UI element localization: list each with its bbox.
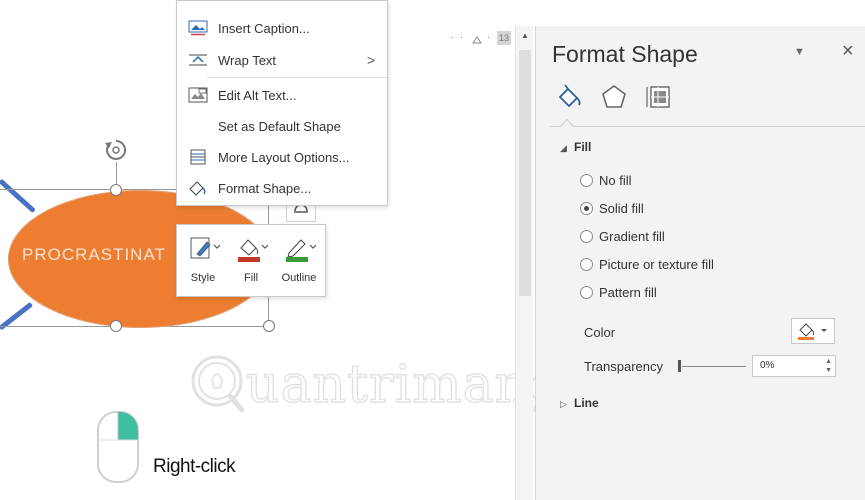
watermark: uantrimang — [188, 350, 563, 420]
context-menu: Insert Caption... Wrap Text > Edit Alt T… — [176, 0, 388, 206]
menu-item-edit-alt-text[interactable]: Edit Alt Text... — [177, 81, 387, 109]
right-click-label: Right-click — [153, 456, 236, 477]
scroll-thumb[interactable] — [519, 50, 531, 296]
radio-button[interactable] — [580, 229, 593, 243]
radio-solid-fill[interactable]: Solid fill — [580, 198, 644, 218]
radio-label: Pattern fill — [599, 284, 657, 300]
rotate-handle-icon[interactable] — [103, 137, 129, 163]
menu-item-wrap-text[interactable]: Wrap Text > — [177, 46, 387, 74]
radio-label: No fill — [599, 172, 632, 188]
menu-item-label: Edit Alt Text... — [218, 87, 297, 103]
fill-label: Fill — [243, 272, 259, 284]
radio-pattern-fill[interactable]: Pattern fill — [580, 282, 657, 302]
close-icon[interactable]: × — [842, 40, 854, 63]
transparency-label: Transparency — [584, 359, 663, 374]
menu-separator — [207, 77, 387, 78]
menu-item-insert-caption[interactable]: Insert Caption... — [177, 14, 387, 42]
menu-item-label: Format Shape... — [218, 180, 312, 196]
menu-item-format-shape[interactable]: Format Shape... — [177, 174, 387, 202]
transparency-spinbox[interactable]: 0% ▲ ▼ — [752, 355, 836, 377]
pane-options-dropdown-icon[interactable]: ▼ — [794, 46, 805, 58]
pane-divider — [550, 126, 865, 127]
watermark-logo-icon — [191, 355, 245, 413]
menu-item-label: Insert Caption... — [218, 20, 310, 36]
resize-handle-bottom-right[interactable] — [263, 320, 275, 332]
radio-no-fill[interactable]: No fill — [580, 170, 632, 190]
outline-label: Outline — [281, 272, 317, 284]
fill-color-picker-button[interactable] — [791, 318, 835, 344]
shape-fill-button[interactable]: Fill — [229, 231, 273, 293]
mouse-right-click-icon — [97, 411, 139, 483]
radio-button[interactable] — [580, 285, 593, 299]
alt-text-icon — [187, 86, 209, 104]
expand-triangle-icon: ▷ — [560, 399, 567, 409]
effects-tab-icon[interactable] — [598, 81, 630, 113]
ruler: · · · 13 — [446, 31, 513, 47]
shape-outline-button[interactable]: Outline — [277, 231, 321, 293]
radio-picture-texture-fill[interactable]: Picture or texture fill — [580, 254, 714, 274]
radio-gradient-fill[interactable]: Gradient fill — [580, 226, 665, 246]
active-tab-indicator — [559, 118, 575, 134]
ruler-tick: · — [487, 32, 490, 42]
fill-line-tab-icon[interactable] — [554, 81, 586, 113]
layout-options-icon — [187, 148, 209, 166]
scroll-up-icon[interactable]: ▲ — [519, 30, 531, 42]
color-label: Color — [584, 325, 616, 340]
transparency-slider-thumb[interactable] — [678, 360, 681, 372]
connector-line — [0, 178, 36, 214]
collapse-triangle-icon: ◢ — [560, 143, 567, 153]
mini-toolbar: Style Fill Outline — [176, 224, 326, 297]
style-label: Style — [190, 272, 216, 284]
wrap-text-icon — [187, 51, 209, 69]
outline-pen-icon — [286, 239, 317, 262]
shape-style-button[interactable]: Style — [181, 231, 225, 293]
line-heading: Line — [574, 396, 599, 410]
format-shape-icon — [187, 179, 209, 197]
ruler-number: 13 — [497, 31, 512, 45]
menu-item-label: Wrap Text — [218, 52, 277, 68]
resize-handle-top[interactable] — [110, 184, 122, 196]
ruler-tick: · — [450, 32, 453, 42]
ruler-tick: · — [460, 32, 463, 42]
radio-button-selected[interactable] — [580, 201, 593, 215]
transparency-value: 0% — [760, 360, 775, 371]
pane-title: Format Shape — [552, 41, 698, 67]
shape-text: PROCRASTINAT — [22, 245, 166, 264]
format-shape-pane: Format Shape ▼ × ◢ Fill No fill Solid fil… — [535, 26, 865, 500]
size-properties-tab-icon[interactable] — [642, 81, 674, 113]
menu-item-label: Set as Default Shape — [218, 118, 341, 134]
radio-button[interactable] — [580, 173, 593, 187]
resize-handle-bottom[interactable] — [110, 320, 122, 332]
insert-caption-icon — [187, 19, 209, 37]
ruler-indent-marker-icon[interactable] — [472, 34, 482, 44]
vertical-scrollbar[interactable]: ▲ — [515, 26, 533, 500]
menu-item-label: More Layout Options... — [218, 149, 350, 165]
transparency-slider-track[interactable] — [682, 366, 746, 367]
fill-heading: Fill — [574, 140, 592, 154]
menu-item-more-layout-options[interactable]: More Layout Options... — [177, 143, 387, 171]
menu-item-set-default-shape[interactable]: Set as Default Shape — [177, 112, 387, 140]
spin-arrows-icon[interactable]: ▲ ▼ — [825, 357, 832, 375]
radio-label: Gradient fill — [599, 228, 665, 244]
shape-style-icon — [190, 237, 221, 259]
line-section-header[interactable]: ▷ Line — [560, 396, 599, 410]
radio-button[interactable] — [580, 257, 593, 271]
submenu-arrow-icon: > — [367, 52, 376, 68]
fill-section-header[interactable]: ◢ Fill — [560, 140, 591, 154]
radio-label: Solid fill — [599, 200, 644, 216]
fill-bucket-icon — [238, 239, 269, 262]
fill-bucket-icon — [798, 323, 827, 340]
radio-label: Picture or texture fill — [599, 256, 714, 272]
